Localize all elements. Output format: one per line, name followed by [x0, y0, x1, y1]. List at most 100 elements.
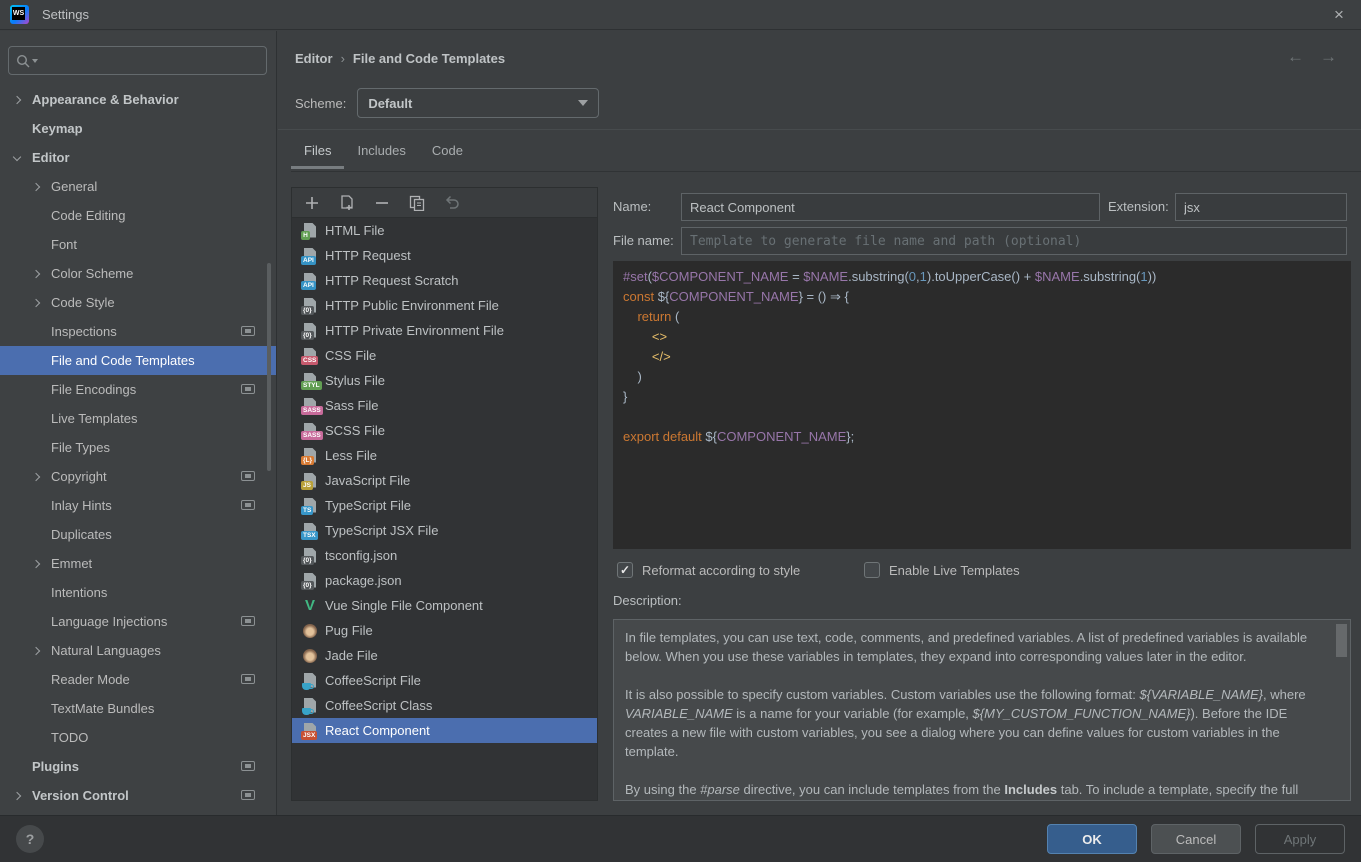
- back-icon[interactable]: ←: [1287, 47, 1304, 67]
- template-item-react-component[interactable]: JSXReact Component: [292, 718, 597, 743]
- template-item-coffeescript-class[interactable]: CoffeeScript Class: [292, 693, 597, 718]
- breadcrumb-item[interactable]: File and Code Templates: [353, 51, 505, 66]
- sidebar-item-general[interactable]: General: [0, 172, 276, 201]
- sidebar-item-label: TODO: [51, 730, 88, 745]
- sidebar-item-label: Intentions: [51, 585, 107, 600]
- template-item-pug-file[interactable]: Pug File: [292, 618, 597, 643]
- sidebar-item-code-style[interactable]: Code Style: [0, 288, 276, 317]
- file-type-icon: API: [302, 248, 318, 264]
- file-type-icon: {0}: [302, 298, 318, 314]
- sidebar-item-language-injections[interactable]: Language Injections: [0, 607, 276, 636]
- file-type-icon: [302, 698, 318, 714]
- template-item-jade-file[interactable]: Jade File: [292, 643, 597, 668]
- template-item-http-public-environment-file[interactable]: {0}HTTP Public Environment File: [292, 293, 597, 318]
- sidebar-item-file-types[interactable]: File Types: [0, 433, 276, 462]
- sidebar-item-textmate-bundles[interactable]: TextMate Bundles: [0, 694, 276, 723]
- chevron-right-icon[interactable]: [33, 184, 51, 190]
- sidebar-item-label: Code Editing: [51, 208, 125, 223]
- chevron-down-icon[interactable]: [14, 156, 32, 160]
- description-scrollbar[interactable]: [1336, 624, 1347, 657]
- extension-input[interactable]: [1175, 193, 1347, 221]
- template-item-coffeescript-file[interactable]: CoffeeScript File: [292, 668, 597, 693]
- sidebar-item-inlay-hints[interactable]: Inlay Hints: [0, 491, 276, 520]
- file-type-icon: V: [302, 598, 318, 614]
- template-item-css-file[interactable]: CSSCSS File: [292, 343, 597, 368]
- sidebar-item-intentions[interactable]: Intentions: [0, 578, 276, 607]
- sidebar-item-color-scheme[interactable]: Color Scheme: [0, 259, 276, 288]
- live-templates-checkbox[interactable]: [864, 562, 880, 578]
- sidebar-item-todo[interactable]: TODO: [0, 723, 276, 752]
- template-item-typescript-jsx-file[interactable]: TSXTypeScript JSX File: [292, 518, 597, 543]
- sidebar-item-keymap[interactable]: Keymap: [0, 114, 276, 143]
- tab-code[interactable]: Code: [419, 130, 476, 171]
- chevron-right-icon[interactable]: [33, 474, 51, 480]
- sidebar-item-live-templates[interactable]: Live Templates: [0, 404, 276, 433]
- sidebar-item-duplicates[interactable]: Duplicates: [0, 520, 276, 549]
- name-input[interactable]: [681, 193, 1100, 221]
- remove-icon[interactable]: [374, 195, 390, 211]
- cancel-button[interactable]: Cancel: [1151, 824, 1241, 854]
- chevron-right-icon[interactable]: [33, 300, 51, 306]
- tab-includes[interactable]: Includes: [344, 130, 418, 171]
- help-button[interactable]: ?: [16, 825, 44, 853]
- description-paragraph: In file templates, you can use text, cod…: [625, 628, 1326, 666]
- template-list-toolbar: [292, 188, 597, 218]
- chevron-right-icon[interactable]: [14, 97, 32, 103]
- template-code-editor[interactable]: #set($COMPONENT_NAME = $NAME.substring(0…: [613, 261, 1351, 549]
- sidebar-item-natural-languages[interactable]: Natural Languages: [0, 636, 276, 665]
- sidebar-item-label: Color Scheme: [51, 266, 133, 281]
- template-item-html-file[interactable]: HHTML File: [292, 218, 597, 243]
- template-item-vue-single-file-component[interactable]: VVue Single File Component: [292, 593, 597, 618]
- filename-input[interactable]: [681, 227, 1347, 255]
- template-item-javascript-file[interactable]: JSJavaScript File: [292, 468, 597, 493]
- template-item-less-file[interactable]: {L}Less File: [292, 443, 597, 468]
- sidebar-item-file-encodings[interactable]: File Encodings: [0, 375, 276, 404]
- sidebar-item-label: Editor: [32, 150, 70, 165]
- template-item-http-request-scratch[interactable]: APIHTTP Request Scratch: [292, 268, 597, 293]
- dialog-footer: ? OK Cancel Apply: [0, 815, 1361, 862]
- file-type-icon: {L}: [302, 448, 318, 464]
- template-item-scss-file[interactable]: SASSSCSS File: [292, 418, 597, 443]
- template-item-http-request[interactable]: APIHTTP Request: [292, 243, 597, 268]
- sidebar-item-file-and-code-templates[interactable]: File and Code Templates: [0, 346, 276, 375]
- sidebar-item-appearance-behavior[interactable]: Appearance & Behavior: [0, 85, 276, 114]
- sidebar-item-plugins[interactable]: Plugins: [0, 752, 276, 781]
- file-type-icon: {0}: [302, 323, 318, 339]
- breadcrumb-item[interactable]: Editor: [295, 51, 333, 66]
- copy-template-icon[interactable]: [339, 195, 355, 211]
- template-item-tsconfig-json[interactable]: {0}tsconfig.json: [292, 543, 597, 568]
- reformat-checkbox[interactable]: ✓: [617, 562, 633, 578]
- close-icon[interactable]: ×: [1327, 5, 1351, 25]
- template-item-package-json[interactable]: {0}package.json: [292, 568, 597, 593]
- template-item-stylus-file[interactable]: STYLStylus File: [292, 368, 597, 393]
- scheme-select[interactable]: Default: [357, 88, 599, 118]
- revert-icon[interactable]: [444, 195, 460, 211]
- tab-files[interactable]: Files: [291, 130, 344, 171]
- sidebar-item-editor[interactable]: Editor: [0, 143, 276, 172]
- chevron-right-icon[interactable]: [33, 561, 51, 567]
- forward-icon[interactable]: →: [1320, 47, 1337, 67]
- sidebar-item-font[interactable]: Font: [0, 230, 276, 259]
- sidebar-item-copyright[interactable]: Copyright: [0, 462, 276, 491]
- sidebar-item-emmet[interactable]: Emmet: [0, 549, 276, 578]
- add-icon[interactable]: [304, 195, 320, 211]
- sidebar-item-version-control[interactable]: Version Control: [0, 781, 276, 810]
- chevron-right-icon[interactable]: [14, 793, 32, 799]
- sidebar-item-code-editing[interactable]: Code Editing: [0, 201, 276, 230]
- apply-button[interactable]: Apply: [1255, 824, 1345, 854]
- ok-button[interactable]: OK: [1047, 824, 1137, 854]
- sidebar-item-inspections[interactable]: Inspections: [0, 317, 276, 346]
- template-item-http-private-environment-file[interactable]: {0}HTTP Private Environment File: [292, 318, 597, 343]
- file-type-icon: [302, 623, 318, 639]
- search-input[interactable]: [8, 46, 267, 75]
- sidebar-scrollbar[interactable]: [267, 263, 271, 471]
- chevron-right-icon[interactable]: [33, 648, 51, 654]
- description-text: In file templates, you can use text, cod…: [614, 620, 1350, 801]
- template-item-typescript-file[interactable]: TSTypeScript File: [292, 493, 597, 518]
- chevron-right-icon[interactable]: [33, 271, 51, 277]
- chevron-down-icon: [578, 100, 588, 106]
- template-item-sass-file[interactable]: SASSSass File: [292, 393, 597, 418]
- reformat-label: Reformat according to style: [642, 563, 800, 578]
- duplicate-icon[interactable]: [409, 195, 425, 211]
- sidebar-item-reader-mode[interactable]: Reader Mode: [0, 665, 276, 694]
